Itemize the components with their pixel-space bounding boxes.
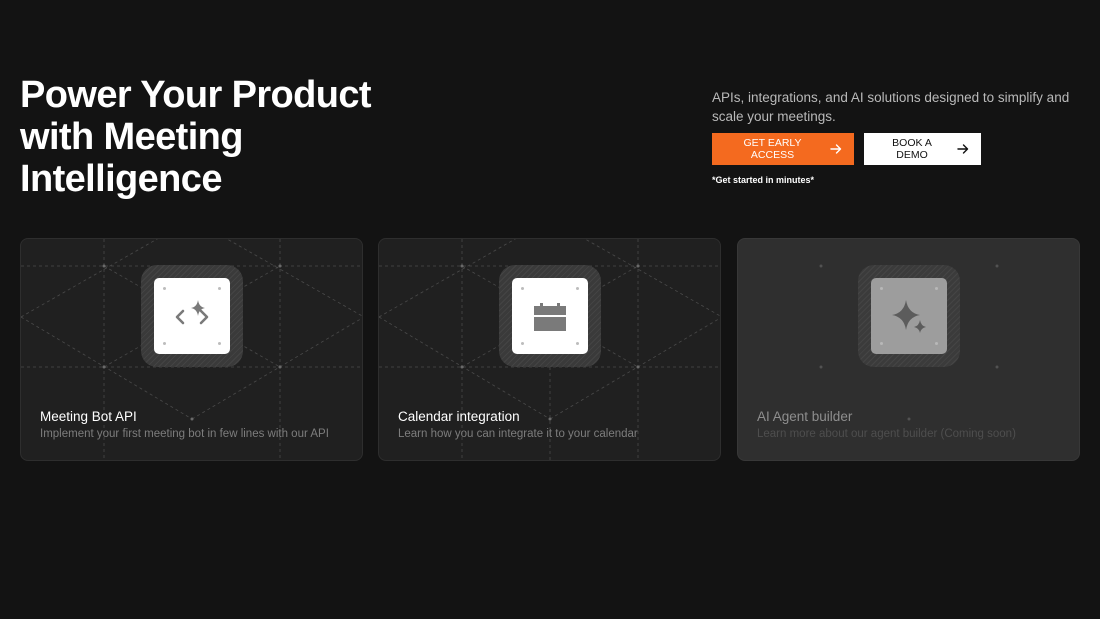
hero-title-line-3: Intelligence xyxy=(20,158,222,200)
feature-cards: Meeting Bot API Implement your first mee… xyxy=(20,238,1080,461)
get-early-access-button[interactable]: GET EARLY ACCESS xyxy=(712,133,854,165)
calendar-icon xyxy=(534,303,566,331)
card-title: Meeting Bot API xyxy=(40,409,137,424)
card-title: Calendar integration xyxy=(398,409,520,424)
book-a-demo-label: BOOK A DEMO xyxy=(892,137,932,161)
page: Power Your Product with Meeting Intellig… xyxy=(0,0,1100,619)
code-sparkle-icon xyxy=(175,300,209,325)
card-calendar-integration[interactable]: Calendar integration Learn how you can i… xyxy=(378,238,721,461)
arrow-right-icon xyxy=(830,144,842,154)
card-description: Learn more about our agent builder (Comi… xyxy=(757,428,1016,440)
card-icon-tile xyxy=(154,278,230,354)
card-icon-frame xyxy=(141,265,243,367)
card-description: Implement your first meeting bot in few … xyxy=(40,428,329,440)
get-started-note: *Get started in minutes* xyxy=(712,175,815,185)
book-a-demo-button[interactable]: BOOK A DEMO xyxy=(864,133,981,165)
sparkle-icon xyxy=(892,300,926,333)
hero-title-line-2: with Meeting xyxy=(20,116,244,158)
hero-cta-section: APIs, integrations, and AI solutions des… xyxy=(712,88,1072,185)
card-icon-frame xyxy=(499,265,601,367)
card-title: AI Agent builder xyxy=(757,409,853,424)
card-description: Learn how you can integrate it to your c… xyxy=(398,428,638,440)
card-icon-tile xyxy=(871,278,947,354)
card-meeting-bot-api[interactable]: Meeting Bot API Implement your first mee… xyxy=(20,238,363,461)
get-early-access-label: GET EARLY ACCESS xyxy=(743,137,802,161)
card-ai-agent-builder[interactable]: AI Agent builder Learn more about our ag… xyxy=(737,238,1080,461)
cta-row: GET EARLY ACCESS BOOK A DEMO xyxy=(712,133,1072,165)
hero-subtitle: APIs, integrations, and AI solutions des… xyxy=(712,90,1070,124)
arrow-right-icon xyxy=(957,144,969,154)
card-icon-frame xyxy=(858,265,960,367)
hero-title: Power Your Product with Meeting Intellig… xyxy=(20,74,420,200)
hero-title-line-1: Power Your Product xyxy=(20,74,372,116)
card-icon-tile xyxy=(512,278,588,354)
